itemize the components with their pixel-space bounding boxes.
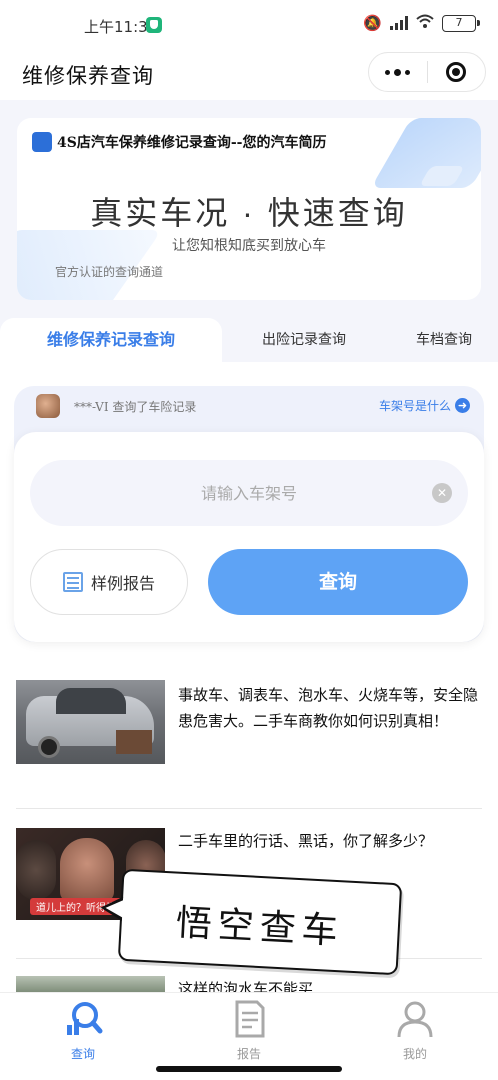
close-target-icon[interactable]	[427, 52, 485, 92]
vin-help-link[interactable]: 车架号是什么 ➜	[379, 397, 470, 414]
bottom-tab-bar: 查询 报告 我的	[0, 992, 498, 1062]
tabbar-label: 我的	[402, 1047, 427, 1061]
status-bar: 上午11:38 🔕 7	[0, 0, 498, 50]
article-item[interactable]: 事故车、调表车、泡水车、火烧车等，安全隐患危害大。二手车商教你如何识别真相！	[16, 680, 482, 766]
article-title: 事故车、调表车、泡水车、火烧车等，安全隐患危害大。二手车商教你如何识别真相！	[178, 686, 479, 730]
vin-input-wrapper: ✕	[30, 460, 468, 526]
banner-title: 真实车况 · 快速查询	[90, 195, 408, 231]
notice-text: ***-VI 查询了车险记录	[74, 400, 197, 414]
wukong-sticker: 悟空查车	[117, 868, 403, 976]
mute-bell-icon: 🔕	[363, 14, 382, 32]
vin-help-label: 车架号是什么	[378, 399, 451, 413]
tab-claims-records[interactable]: 出险记录查询	[240, 318, 368, 362]
article-title: 这样的泡水车不能买	[178, 980, 314, 992]
car-resume-logo-icon	[32, 132, 52, 152]
home-indicator	[156, 1066, 342, 1072]
vin-input[interactable]	[30, 460, 468, 526]
tab-vehicle-archive[interactable]: 车档查询	[402, 318, 486, 362]
tabbar-item-mine[interactable]: 我的	[370, 999, 460, 1062]
query-card: ✕ 样例报告 查询	[14, 432, 484, 642]
tabbar-item-report[interactable]: 报告	[204, 999, 294, 1062]
nav-bar: 维修保养查询	[0, 50, 498, 100]
user-icon	[395, 1001, 435, 1043]
banner[interactable]: 4S店汽车保养维修记录查询--您的汽车简历 真实车况 · 快速查询 让您知根知底…	[17, 118, 481, 300]
banner-headline: 4S店汽车保养维修记录查询--您的汽车简历	[57, 135, 327, 151]
wifi-icon	[416, 14, 434, 32]
document-icon	[229, 1000, 269, 1043]
banner-caption: 官方认证的查询通道	[55, 265, 164, 279]
tabbar-label: 报告	[236, 1047, 261, 1061]
tabbar-item-query[interactable]: 查询	[38, 999, 128, 1062]
clear-icon[interactable]: ✕	[432, 483, 452, 503]
article-thumbnail	[16, 976, 165, 992]
search-chart-icon	[63, 1002, 103, 1043]
sample-report-button[interactable]: 样例报告	[30, 549, 188, 615]
signal-icon	[390, 16, 408, 30]
tabbar-label: 查询	[70, 1047, 95, 1061]
divider	[16, 808, 482, 809]
shield-icon	[146, 17, 162, 33]
recent-query-notice: ***-VI 查询了车险记录 车架号是什么 ➜	[36, 392, 470, 422]
article-item[interactable]: 这样的泡水车不能买	[16, 976, 482, 992]
battery-icon: 7	[442, 14, 480, 32]
page-title: 维修保养查询	[22, 64, 154, 88]
avatar	[36, 394, 60, 418]
query-button[interactable]: 查询	[208, 549, 468, 615]
mini-program-capsule	[368, 52, 486, 92]
article-thumbnail	[16, 680, 165, 764]
sample-report-label: 样例报告	[90, 574, 155, 593]
tab-maintenance-records[interactable]: 维修保养记录查询	[0, 318, 222, 362]
banner-subtitle: 让您知根知底买到放心车	[172, 238, 326, 254]
status-icons: 🔕 7	[363, 14, 480, 32]
sticker-text: 悟空查车	[174, 902, 345, 953]
more-icon[interactable]	[369, 52, 427, 92]
article-title: 二手车里的行话、黑话，你了解多少？	[178, 832, 434, 850]
query-tabs: 维修保养记录查询 出险记录查询 车档查询	[0, 318, 498, 362]
arrow-right-icon: ➜	[455, 398, 470, 413]
report-icon	[62, 572, 83, 592]
